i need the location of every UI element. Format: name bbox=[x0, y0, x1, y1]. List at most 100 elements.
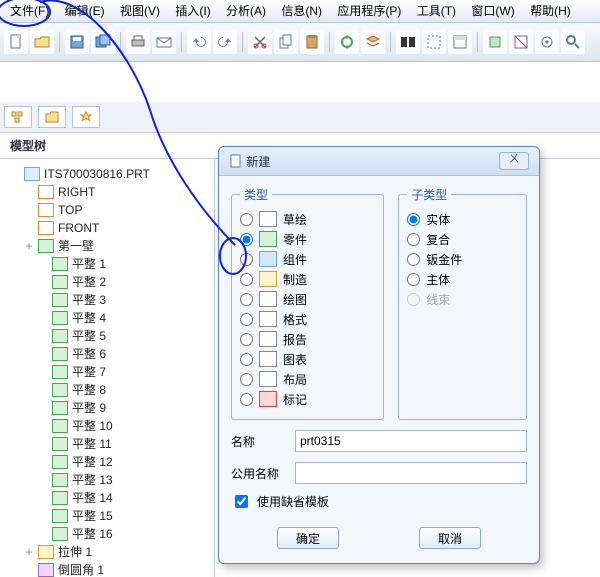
menu-info[interactable]: 信息(N) bbox=[275, 2, 328, 20]
copy-button[interactable] bbox=[274, 30, 298, 54]
format-icon bbox=[259, 311, 277, 327]
datum-plane-icon bbox=[38, 185, 54, 199]
save-copy-button[interactable] bbox=[91, 30, 115, 54]
type-report[interactable]: 报告 bbox=[240, 329, 375, 349]
tree-flat-feature[interactable]: 平整 1 bbox=[10, 255, 210, 273]
type-drawing[interactable]: 绘图 bbox=[240, 289, 375, 309]
subtype-composite[interactable]: 复合 bbox=[407, 229, 518, 249]
paste-button[interactable] bbox=[300, 30, 324, 54]
cut-button[interactable] bbox=[248, 30, 272, 54]
menu-tools[interactable]: 工具(T) bbox=[411, 2, 462, 20]
tree-root[interactable]: ITS700030816.PRT bbox=[10, 165, 210, 183]
menu-apps[interactable]: 应用程序(P) bbox=[331, 2, 407, 20]
open-file-button[interactable] bbox=[30, 30, 54, 54]
type-format[interactable]: 格式 bbox=[240, 309, 375, 329]
menu-insert[interactable]: 插入(I) bbox=[169, 2, 216, 20]
type-mfg[interactable]: 制造 bbox=[240, 269, 375, 289]
feature-icon bbox=[52, 365, 68, 379]
view-mgr-button[interactable] bbox=[483, 30, 507, 54]
tree-plane-top[interactable]: TOP bbox=[10, 201, 210, 219]
layers-button[interactable] bbox=[361, 30, 385, 54]
tree-plane-front[interactable]: FRONT bbox=[10, 219, 210, 237]
type-assembly[interactable]: 组件 bbox=[240, 249, 375, 269]
subtype-sheetmetal[interactable]: 钣金件 bbox=[407, 249, 518, 269]
tree-flat-feature[interactable]: 平整 3 bbox=[10, 291, 210, 309]
panel-tab-folder[interactable] bbox=[38, 106, 66, 128]
tree-extrude[interactable]: +拉伸 1 bbox=[10, 543, 210, 561]
undo-button[interactable] bbox=[187, 30, 211, 54]
tree-flat-feature[interactable]: 平整 15 bbox=[10, 507, 210, 525]
subtype-solid[interactable]: 实体 bbox=[407, 209, 518, 229]
regen-button[interactable] bbox=[335, 30, 359, 54]
tree-plane-right[interactable]: RIGHT bbox=[10, 183, 210, 201]
dialog-close-button[interactable]: ㄨ bbox=[499, 152, 529, 170]
spin-button[interactable] bbox=[535, 30, 559, 54]
menu-help[interactable]: 帮助(H) bbox=[524, 2, 577, 20]
menu-view[interactable]: 视图(V) bbox=[114, 2, 166, 20]
use-default-template-row[interactable]: 使用缺省模板 bbox=[231, 492, 527, 511]
round-icon bbox=[38, 563, 54, 577]
menu-file[interactable]: 文件(F) bbox=[4, 2, 55, 20]
common-name-input[interactable] bbox=[295, 462, 527, 484]
tree-flat-feature[interactable]: 平整 2 bbox=[10, 273, 210, 291]
tree-flat-feature[interactable]: 平整 9 bbox=[10, 399, 210, 417]
name-input[interactable] bbox=[295, 430, 527, 452]
model-tree[interactable]: ITS700030816.PRT RIGHT TOP FRONT +第一壁 平整… bbox=[0, 159, 215, 577]
name-label: 名称 bbox=[231, 433, 287, 450]
feature-icon bbox=[52, 473, 68, 487]
sketch-icon bbox=[259, 211, 277, 227]
feature-icon bbox=[52, 329, 68, 343]
tree-round[interactable]: 倒圆角 1 bbox=[10, 561, 210, 577]
type-diagram[interactable]: 图表 bbox=[240, 349, 375, 369]
zoom-button[interactable] bbox=[561, 30, 585, 54]
cancel-button[interactable]: 取消 bbox=[419, 527, 481, 549]
repaint-button[interactable] bbox=[509, 30, 533, 54]
feature-icon bbox=[52, 311, 68, 325]
tree-flat-feature[interactable]: 平整 10 bbox=[10, 417, 210, 435]
tree-wall[interactable]: +第一壁 bbox=[10, 237, 210, 255]
subtype-harness: 线束 bbox=[407, 289, 518, 309]
dialog-title-text: 新建 bbox=[246, 153, 270, 170]
datum-plane-icon bbox=[38, 221, 54, 235]
print-button[interactable] bbox=[126, 30, 150, 54]
panel-tab-tree[interactable] bbox=[4, 106, 32, 128]
new-file-button[interactable] bbox=[4, 30, 28, 54]
drawing-icon bbox=[259, 291, 277, 307]
type-group: 类型 草绘 零件 组件 制造 绘图 格式 报告 图表 布局 标记 bbox=[231, 186, 384, 420]
dialog-titlebar[interactable]: 新建 ㄨ bbox=[219, 147, 539, 176]
use-default-template-checkbox[interactable] bbox=[235, 495, 248, 508]
subtype-body[interactable]: 主体 bbox=[407, 269, 518, 289]
filter-button[interactable] bbox=[448, 30, 472, 54]
type-sketch[interactable]: 草绘 bbox=[240, 209, 375, 229]
type-layout[interactable]: 布局 bbox=[240, 369, 375, 389]
panel-tab-favorites[interactable] bbox=[72, 106, 100, 128]
tree-flat-feature[interactable]: 平整 11 bbox=[10, 435, 210, 453]
tree-flat-feature[interactable]: 平整 5 bbox=[10, 327, 210, 345]
part-icon bbox=[24, 167, 40, 181]
tree-flat-feature[interactable]: 平整 6 bbox=[10, 345, 210, 363]
tree-flat-feature[interactable]: 平整 14 bbox=[10, 489, 210, 507]
tree-flat-feature[interactable]: 平整 7 bbox=[10, 363, 210, 381]
tree-flat-feature[interactable]: 平整 12 bbox=[10, 453, 210, 471]
menu-window[interactable]: 窗口(W) bbox=[465, 2, 520, 20]
type-markup[interactable]: 标记 bbox=[240, 389, 375, 409]
find-button[interactable] bbox=[396, 30, 420, 54]
tree-flat-feature[interactable]: 平整 8 bbox=[10, 381, 210, 399]
select-button[interactable] bbox=[422, 30, 446, 54]
feature-icon bbox=[38, 239, 54, 253]
menu-edit[interactable]: 编辑(E) bbox=[59, 2, 111, 20]
tree-flat-feature[interactable]: 平整 16 bbox=[10, 525, 210, 543]
tree-flat-feature[interactable]: 平整 13 bbox=[10, 471, 210, 489]
markup-icon bbox=[259, 391, 277, 407]
menu-analysis[interactable]: 分析(A) bbox=[220, 2, 272, 20]
ok-button[interactable]: 确定 bbox=[277, 527, 339, 549]
tree-flat-feature[interactable]: 平整 4 bbox=[10, 309, 210, 327]
main-toolbar bbox=[0, 23, 600, 62]
common-name-label: 公用名称 bbox=[231, 465, 287, 482]
feature-icon bbox=[52, 257, 68, 271]
mail-button[interactable] bbox=[152, 30, 176, 54]
save-button[interactable] bbox=[65, 30, 89, 54]
redo-button[interactable] bbox=[213, 30, 237, 54]
type-part[interactable]: 零件 bbox=[240, 229, 375, 249]
common-name-row: 公用名称 bbox=[231, 462, 527, 484]
